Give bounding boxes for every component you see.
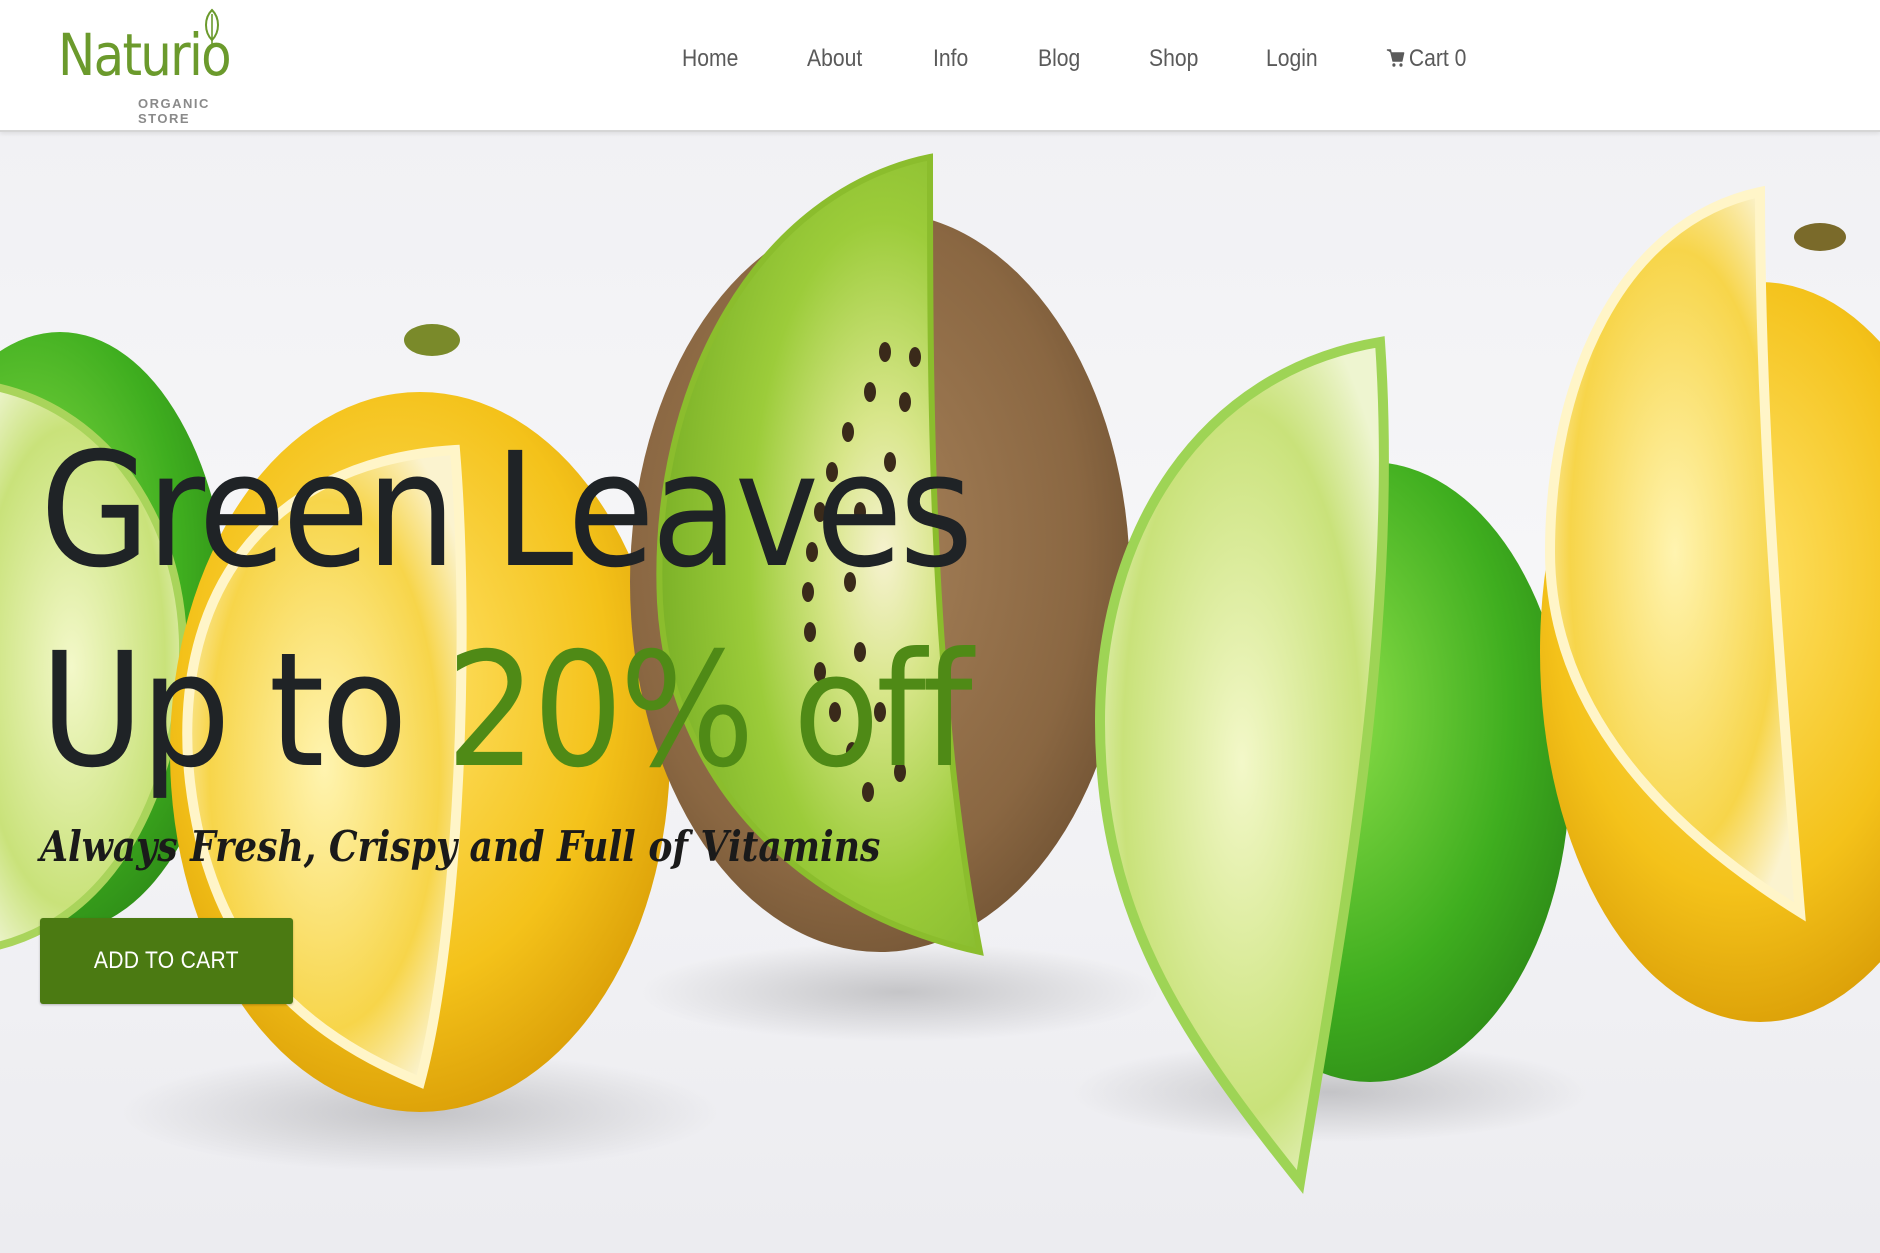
hero-headline-prefix: Up to — [40, 619, 446, 803]
hero-headline-line1: Green Leaves — [40, 419, 973, 603]
nav-home[interactable]: Home — [682, 44, 738, 74]
nav-shop[interactable]: Shop — [1149, 44, 1198, 74]
hero-banner: Green Leaves Up to 20% off Always Fresh,… — [0, 132, 1880, 1253]
hero-headline-line2: Up to 20% off — [40, 632, 973, 790]
add-to-cart-button[interactable]: ADD TO CART — [40, 918, 293, 1004]
site-header: Naturio ORGANIC STORE Home About Info Bl… — [0, 0, 1880, 132]
nav-blog[interactable]: Blog — [1038, 44, 1080, 74]
cart-label: Cart 0 — [1408, 45, 1467, 72]
nav-login[interactable]: Login — [1266, 44, 1318, 74]
cart-icon — [1386, 48, 1405, 67]
add-to-cart-label: ADD TO CART — [94, 947, 239, 974]
nav-info[interactable]: Info — [933, 44, 968, 74]
nav-about[interactable]: About — [807, 44, 862, 74]
hero-subtitle: Always Fresh, Crispy and Full of Vitamin… — [40, 822, 881, 871]
hero-discount: 20% off — [445, 619, 973, 803]
main-nav: Home About Info Blog Shop Login Cart 0 — [0, 0, 1880, 120]
nav-cart[interactable]: Cart 0 — [1386, 44, 1466, 74]
